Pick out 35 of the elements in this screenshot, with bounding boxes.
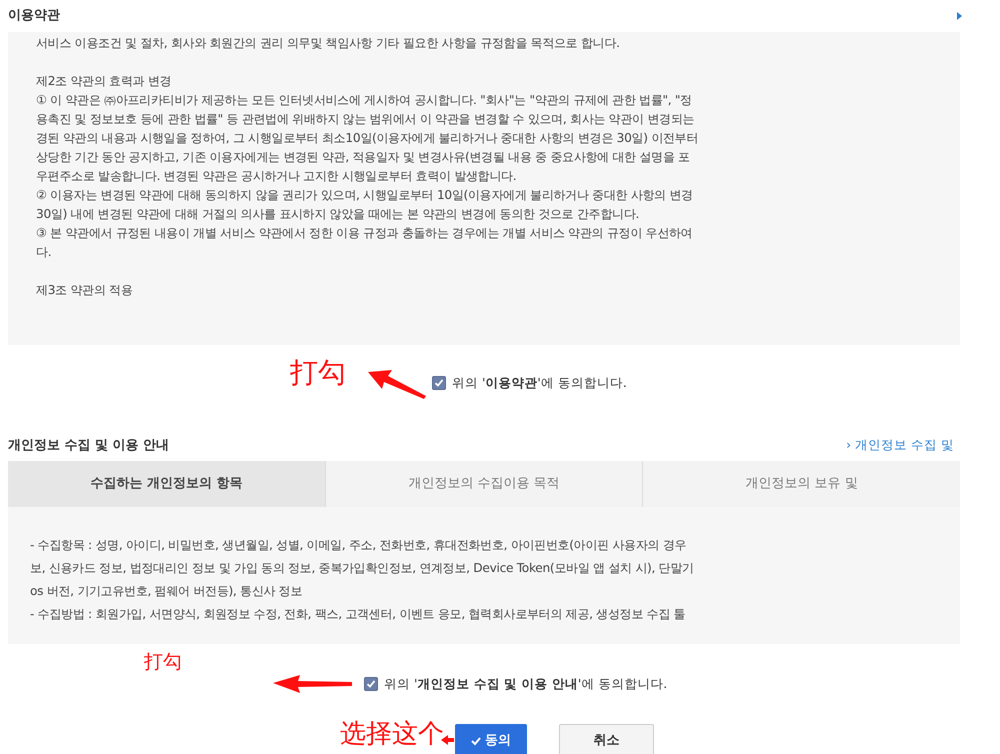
agree-label: 위의 '개인정보 수집 및 이용 안내'에 동의합니다. <box>384 674 668 693</box>
terms-line: 다. <box>36 244 52 261</box>
terms-line: ① 이 약관은 ㈜아프리카티비가 제공하는 모든 인터넷서비스에 게시하여 공시합니다. "회사"는 "약관의 규제에 관한 법률", "정 <box>36 92 693 109</box>
annotation: 选择这个 <box>340 718 444 751</box>
terms-line: 상당한 기간 동안 공지하고, 기존 이용자에게는 변경된 약관, 적용일자 및 변경사유(변경될 내용 중 중요사항에 대한 설명을 포 <box>36 149 691 166</box>
checkmark-icon <box>471 736 481 746</box>
annotation: 打勾 <box>290 355 346 391</box>
terms-line: 30일) 내에 변경된 약관에 대해 거절의 의사를 표시하지 않았을 때에는 본 약관의 변경에 동의한 것으로 간주합니다. <box>36 206 640 223</box>
checkbox[interactable] <box>364 677 378 691</box>
section-title: 개인정보 수집 및 이용 안내 <box>8 436 170 454</box>
agree-label: 위의 '이용약관'에 동의합니다. <box>452 374 627 392</box>
cancel-button[interactable]: 취소 <box>559 724 654 754</box>
privacy-line: 보, 신용카드 정보, 법정대리인 정보 및 가입 동의 정보, 중복가입확인정보, 연계정보, Device Token(모바일 앱 설치 시), 단말기 <box>30 560 695 577</box>
privacy-link[interactable]: › 개인정보 수집 및 <box>846 436 954 455</box>
checkbox[interactable] <box>432 376 446 390</box>
terms-line: 용촉진 및 정보보호 등에 관한 법률" 등 관련법에 위배하지 않는 범위에서 이 약관을 변경할 수 있으며, 회사는 약관이 변경되는 <box>36 111 696 128</box>
agree-button[interactable]: 동의 <box>455 724 527 754</box>
checkmark-icon <box>366 679 376 689</box>
annotation: 打勾 <box>144 650 182 675</box>
terms-line: 우편주소로 발송합니다. 변경된 약관은 공시하거나 고지한 시행일로부터 효력이 발생합니다. <box>36 168 518 185</box>
tab[interactable]: 개인정보의 보유 및 <box>746 474 858 494</box>
checkmark-icon <box>434 378 444 388</box>
privacy-line: - 수집방법 : 회원가입, 서면양식, 회원정보 수정, 전화, 팩스, 고객센터, 이벤트 응모, 협력회사로부터의 제공, 생성정보 수집 툴 <box>30 606 686 623</box>
privacy-line: os 버전, 기기고유번호, 펌웨어 버전등), 통신사 정보 <box>30 583 304 600</box>
terms-line: 제2조 약관의 효력과 변경 <box>36 73 172 90</box>
arrow-drawing <box>368 370 426 399</box>
section-title: 이용약관 <box>8 7 60 26</box>
caret-icon[interactable] <box>957 12 962 20</box>
terms-line: 서비스 이용조건 및 절차, 회사와 회원간의 권리 의무및 책임사항 기타 필요한 사항을 규정함을 목적으로 합니다. <box>36 35 621 52</box>
privacy-line: - 수집항목 : 성명, 아이디, 비밀번호, 생년월일, 성별, 이메일, 주소, 전화번호, 휴대전화번호, 아이핀번호(아이핀 사용자의 경우 <box>30 537 688 554</box>
terms-line: 경된 약관의 내용과 시행일을 정하여, 그 시행일로부터 최소10일(이용자에게 불리하거나 중대한 사항의 변경은 30일) 이전부터 <box>36 130 700 147</box>
terms-line: 제3조 약관의 적용 <box>36 282 134 299</box>
terms-line: ③ 본 약관에서 규정된 내용이 개별 서비스 약관에서 정한 이용 규정과 충돌하는 경우에는 개별 서비스 약관의 규정이 우선하여 <box>36 225 694 242</box>
arrow-drawing <box>441 735 454 745</box>
terms-line: ② 이용자는 변경된 약관에 대해 동의하지 않을 권리가 있으며, 시행일로부터 10일(이용자에게 불리하거나 중대한 사항의 변경 <box>36 187 694 204</box>
